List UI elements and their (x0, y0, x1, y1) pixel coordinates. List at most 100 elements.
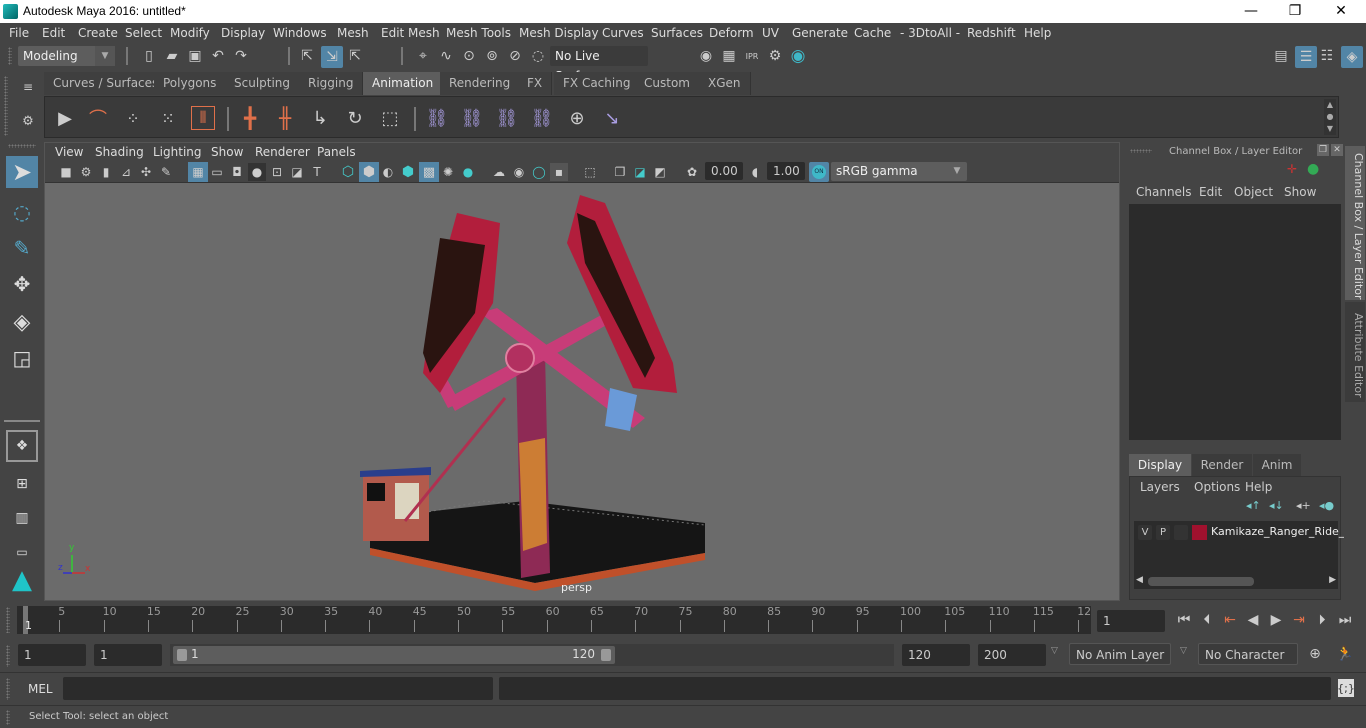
viewport-menu-view[interactable]: View (55, 145, 83, 159)
undo-icon[interactable]: ↶ (209, 47, 227, 65)
menu-edit[interactable]: Edit (42, 26, 65, 40)
go-to-end-icon[interactable]: ⏭ (1336, 611, 1354, 629)
scale-tool-icon[interactable]: ◲ (6, 342, 38, 374)
menu-surfaces[interactable]: Surfaces (651, 26, 703, 40)
safe-action-icon[interactable]: ◪ (288, 163, 306, 181)
time-slider[interactable]: 1 5 10 15 20 25 30 35 40 45 50 55 60 65 70 75 80 85 90 95 1… (17, 605, 1091, 634)
isolate-select-icon[interactable]: ⬚ (581, 163, 599, 181)
wireframe-on-shaded-icon[interactable]: ⬢ (399, 163, 417, 181)
menu-select[interactable]: Select (125, 26, 162, 40)
channel-object-menu[interactable]: Object (1234, 185, 1273, 199)
save-scene-icon[interactable]: ▣ (186, 47, 204, 65)
minimize-button[interactable]: — (1228, 0, 1274, 23)
menu-set-dropdown[interactable]: Modeling ▼ (18, 46, 115, 66)
graph-editor-icon[interactable]: ⌒ (86, 106, 110, 130)
mel-label[interactable]: MEL (28, 682, 53, 696)
breakdown-key-icon[interactable]: ╫ (273, 106, 297, 130)
layer-playback-toggle[interactable]: P (1156, 525, 1170, 540)
pole-vector-icon[interactable]: ↘ (600, 106, 624, 130)
select-object-icon[interactable]: ⇲ (321, 46, 343, 68)
step-forward-frame-icon[interactable]: ⏵ (1313, 611, 1331, 629)
rotate-tool-icon[interactable]: ◈ (6, 306, 38, 338)
auto-key-icon[interactable]: ⊕ (1306, 645, 1324, 663)
shelf-tab-fx[interactable]: FX (518, 72, 553, 95)
range-grip[interactable] (6, 645, 10, 667)
start-time-field[interactable]: 1 (18, 644, 86, 666)
script-editor-icon[interactable]: {;} (1337, 679, 1355, 697)
xray-components-icon[interactable]: ◩ (651, 163, 669, 181)
menu-uv[interactable]: UV (762, 26, 779, 40)
menu-redshift[interactable]: Redshift (967, 26, 1016, 40)
shelf-tab-xgen[interactable]: XGen (699, 72, 751, 95)
safe-title-icon[interactable]: T (308, 163, 326, 181)
exposure-icon[interactable]: ✿ (683, 163, 701, 181)
scroll-left-icon[interactable]: ◀ (1136, 575, 1143, 585)
layer-visibility-toggle[interactable]: V (1138, 525, 1152, 540)
layer-list-scrollbar[interactable]: ◀ ▶ (1134, 575, 1338, 588)
channels-menu[interactable]: Channels (1136, 185, 1192, 199)
lights-icon[interactable]: ✺ (439, 163, 457, 181)
maya-home-icon[interactable]: ▲ (6, 564, 38, 596)
layer-display-type-toggle[interactable] (1174, 525, 1188, 540)
outliner-layout-icon[interactable]: ▥ (6, 502, 38, 534)
move-layer-down-icon[interactable]: ◂↓ (1269, 499, 1284, 512)
snap-grid-icon[interactable]: ⌖ (414, 47, 432, 65)
anti-aliasing-icon[interactable]: ◯ (530, 163, 548, 181)
shelf-settings-icon[interactable]: ⚙ (19, 112, 37, 130)
aim-constraint-icon[interactable]: ⊕ (565, 106, 589, 130)
point-constraint-icon[interactable]: ⛓ (460, 106, 484, 130)
playblast-icon[interactable]: ▶ (53, 106, 77, 130)
panel-grip[interactable] (1130, 149, 1152, 153)
scale-constraint-icon[interactable]: ⛓ (530, 106, 554, 130)
menu-generate[interactable]: Generate (792, 26, 848, 40)
menu-edit-mesh[interactable]: Edit Mesh (381, 26, 440, 40)
character-set-field[interactable]: No Character Set (1198, 643, 1298, 684)
move-tool-icon[interactable]: ✥ (6, 268, 38, 300)
image-plane-icon[interactable]: ⊿ (117, 163, 135, 181)
viewport-menu-lighting[interactable]: Lighting (153, 145, 202, 159)
paint-select-tool-icon[interactable]: ✎ (6, 232, 38, 264)
playback-end-field[interactable]: 120 (902, 644, 970, 666)
single-perspective-layout-icon[interactable]: ❖ (6, 430, 38, 462)
shelf-tab-rendering[interactable]: Rendering (440, 72, 521, 95)
restore-button[interactable]: ❐ (1272, 0, 1318, 23)
screen-space-ao-icon[interactable]: ☁ (490, 163, 508, 181)
character-set-dropdown-icon[interactable]: ▽ (1180, 646, 1187, 656)
layers-menu[interactable]: Layers (1140, 480, 1180, 494)
field-chart-icon[interactable]: ⊡ (268, 163, 286, 181)
color-management-toggle[interactable]: ON (809, 162, 829, 182)
render-frame-icon[interactable]: ▦ (720, 47, 738, 65)
command-input[interactable] (63, 677, 493, 700)
layer-color-swatch[interactable] (1192, 525, 1207, 540)
viewport-menu-show[interactable]: Show (211, 145, 243, 159)
go-to-start-icon[interactable]: ⏮ (1175, 611, 1193, 629)
shelf-grip[interactable] (4, 76, 8, 136)
bookmark-icon[interactable]: ▮ (97, 163, 115, 181)
timeline-grip[interactable] (6, 607, 10, 633)
motion-blur-icon[interactable]: ◉ (510, 163, 528, 181)
film-gate-icon[interactable]: ▭ (208, 163, 226, 181)
menu-help[interactable]: Help (1024, 26, 1051, 40)
menu-3dtoall[interactable]: - 3DtoAll - (900, 26, 960, 40)
manipulator-icon[interactable]: ● (1307, 161, 1319, 177)
xray-joints-icon[interactable]: ◪ (631, 163, 649, 181)
step-back-frame-icon[interactable]: ⏴ (1198, 611, 1216, 629)
help-line-grip[interactable] (6, 710, 10, 725)
gamma-icon[interactable]: ◖ (746, 163, 764, 181)
shelf-tab-custom[interactable]: Custom (635, 72, 700, 95)
anim-layer-field[interactable]: No Anim Layer (1069, 643, 1171, 665)
key-translate-icon[interactable]: ↳ (308, 106, 332, 130)
menu-create[interactable]: Create (78, 26, 118, 40)
shelf-tab-fx-caching[interactable]: FX Caching (554, 72, 641, 95)
channel-show-menu[interactable]: Show (1284, 185, 1316, 199)
redo-icon[interactable]: ↷ (232, 47, 250, 65)
color-space-dropdown[interactable]: sRGB gamma ▼ (831, 162, 967, 181)
render-settings-icon[interactable]: ⚙ (766, 47, 784, 65)
scroll-right-icon[interactable]: ▶ (1329, 575, 1336, 585)
shelf-tab-animation[interactable]: Animation (363, 72, 444, 95)
snap-view-icon[interactable]: ⊚ (483, 47, 501, 65)
select-component-icon[interactable]: ⇱ (346, 47, 364, 65)
play-forwards-icon[interactable]: ▶ (1267, 611, 1285, 629)
layer-options-menu[interactable]: Options (1194, 480, 1240, 494)
2d-pan-zoom-icon[interactable]: ✣ (137, 163, 155, 181)
